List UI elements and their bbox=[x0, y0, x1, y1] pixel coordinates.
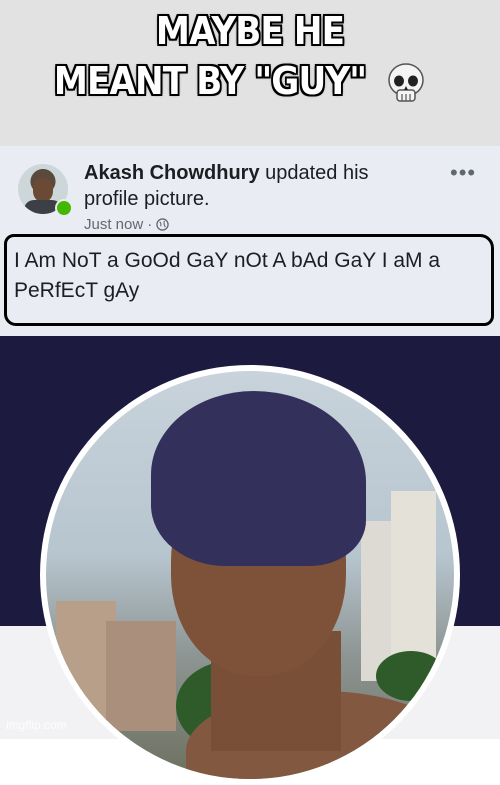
meta-separator: · bbox=[147, 216, 153, 233]
more-options-button[interactable]: ••• bbox=[450, 160, 476, 186]
imgflip-watermark: imgflip.com bbox=[6, 718, 67, 732]
profile-picture[interactable] bbox=[46, 371, 454, 779]
post-status-text: I Am NoT a GoOd GaY nOt A bAd GaY I aM a… bbox=[14, 249, 441, 302]
avatar-face bbox=[33, 178, 53, 202]
post-meta: Just now · bbox=[84, 216, 169, 233]
post-timestamp[interactable]: Just now bbox=[84, 216, 143, 233]
background-tree bbox=[376, 651, 446, 701]
background-building bbox=[106, 621, 176, 731]
facebook-post: Akash Chowdhury updated his profile pict… bbox=[0, 146, 500, 336]
online-status-dot bbox=[55, 199, 73, 217]
caption-line-1: MAYBE HE bbox=[155, 9, 345, 53]
portrait-hair bbox=[151, 391, 366, 566]
author-name-link[interactable]: Akash Chowdhury bbox=[84, 162, 260, 184]
caption-line-2: MEANT BY "GUY" bbox=[53, 59, 367, 103]
meme-caption-area: MAYBE HE MEANT BY "GUY" bbox=[0, 0, 500, 146]
globe-icon[interactable] bbox=[156, 218, 169, 231]
post-headline: Akash Chowdhury updated his profile pict… bbox=[84, 160, 424, 212]
skull-icon bbox=[388, 63, 424, 102]
